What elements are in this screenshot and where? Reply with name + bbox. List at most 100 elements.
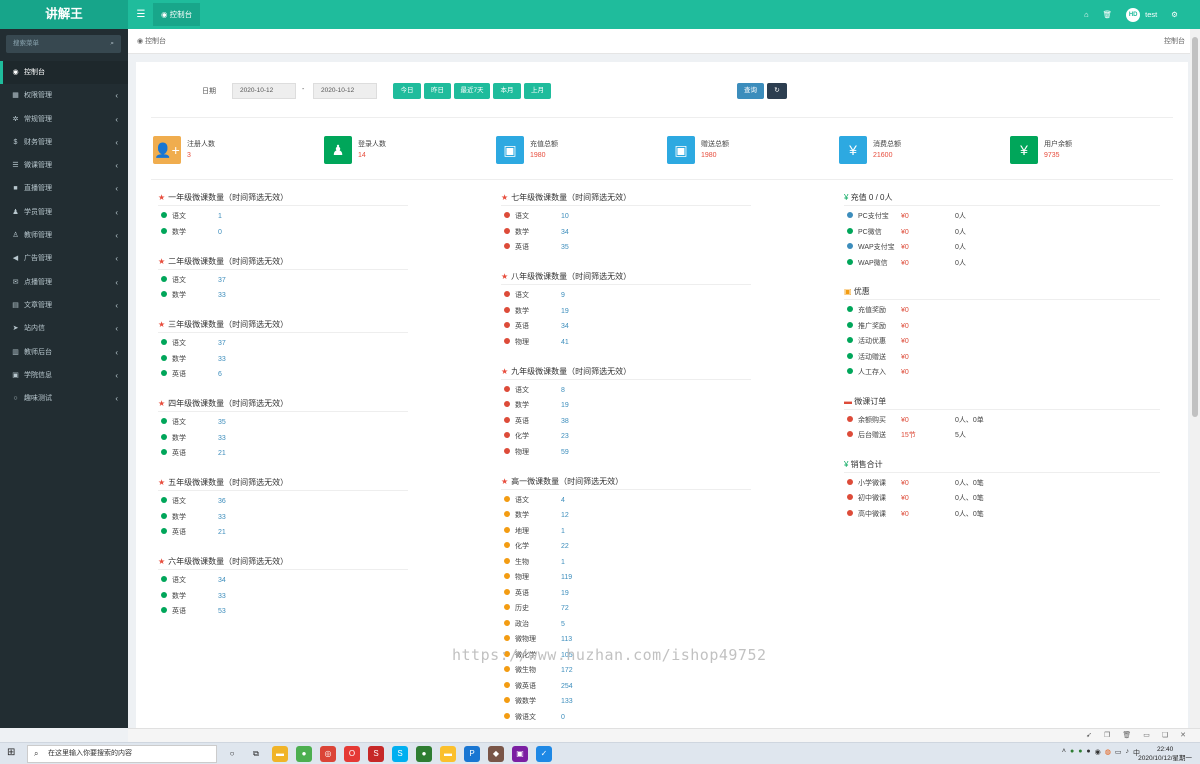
section-title-text: 一年级微课数量（时间筛选无效） — [168, 193, 289, 202]
search-icon[interactable]: ⌕ — [110, 35, 114, 53]
restore-icon[interactable]: ❏ — [1162, 731, 1168, 739]
stat-icon: ▣ — [667, 136, 695, 164]
app-logo[interactable]: 讲解王 — [0, 0, 128, 29]
subject-name: 语文 — [515, 213, 529, 220]
tab-dashboard[interactable]: ◉ 控制台 — [153, 3, 201, 26]
user-icon: ♙ — [12, 232, 19, 240]
chevron-left-icon: ‹ — [115, 91, 118, 101]
sidebar-item[interactable]: ♟ 学员管理 ‹ — [0, 201, 128, 224]
photo-app-icon[interactable]: ◆ — [488, 746, 504, 762]
shield-app-icon[interactable]: ✓ — [536, 746, 552, 762]
subject-count: 19 — [561, 589, 569, 597]
sidebar-item[interactable]: ➤ 站内信 ‹ — [0, 317, 128, 340]
rocket-icon[interactable]: ➹ — [1086, 731, 1092, 739]
sidebar-item[interactable]: ○ 趣味测试 ‹ — [0, 387, 128, 410]
finance-section: ▣ 优惠 充值奖励 ¥0 推广奖励 ¥0 活动优惠 ¥0 活动赠送 ¥0 人工存入 ¥0 — [844, 286, 1160, 381]
bullet-dot — [504, 557, 510, 564]
settings-icon[interactable]: ⚙ — [1171, 10, 1178, 19]
sidebar-item[interactable]: ◀ 广告管理 ‹ — [0, 247, 128, 270]
tray-app-icon[interactable]: ◍ — [1105, 748, 1111, 758]
sidebar-item[interactable]: ▦ 权限管理 ‹ — [0, 84, 128, 107]
sidebar-item-label: 趣味测试 — [24, 395, 52, 403]
tray-app-icon[interactable]: ● — [1078, 748, 1082, 758]
qq-icon[interactable]: ◉ — [1095, 748, 1101, 758]
windows-start-icon[interactable]: ⊞ — [7, 747, 15, 758]
search-icon: ⌕ — [34, 749, 39, 758]
wechat-icon[interactable]: ● — [416, 746, 432, 762]
stat-value: 1980 — [530, 152, 546, 159]
sidebar-item[interactable]: ✉ 点播管理 ‹ — [0, 271, 128, 294]
folder-icon[interactable]: ▬ — [440, 746, 456, 762]
tray-app-icon[interactable]: ● — [1070, 748, 1074, 758]
task-view-icon[interactable]: ⧉ — [248, 746, 264, 762]
home-icon[interactable]: ⌂ — [1084, 10, 1089, 19]
trash-icon[interactable]: 🗑 — [1122, 731, 1131, 739]
opera-icon[interactable]: O — [344, 746, 360, 762]
sidebar-item[interactable]: ▥ 教师后台 ‹ — [0, 341, 128, 364]
p-app-icon[interactable]: P — [464, 746, 480, 762]
sidebar-search-input[interactable]: 搜索菜单 ⌕ — [6, 35, 121, 53]
sidebar-item[interactable]: ▣ 学院信息 ‹ — [0, 364, 128, 387]
cortana-icon[interactable]: ○ — [224, 746, 240, 762]
system-clock[interactable]: 22:40 2020/10/12/星期一 — [1138, 745, 1192, 763]
bullet-dot — [161, 607, 167, 614]
query-button[interactable]: 查询 — [737, 83, 764, 99]
minimize-icon[interactable]: ▭ — [1143, 731, 1150, 739]
refresh-button[interactable]: ↻ — [767, 83, 787, 99]
sidebar-item[interactable]: ▤ 文章管理 ‹ — [0, 294, 128, 317]
volume-icon[interactable]: ♪ — [1126, 748, 1130, 758]
list-item: 英语 53 — [158, 604, 408, 620]
start-date-input[interactable]: 2020-10-12 — [232, 83, 296, 99]
this-month-button[interactable]: 本月 — [493, 83, 521, 99]
list-item: 语文 37 — [158, 273, 408, 289]
sidebar-item[interactable]: ✲ 常规管理 ‹ — [0, 108, 128, 131]
copy-icon[interactable]: ❐ — [1104, 731, 1110, 739]
menu-toggle-icon[interactable]: ☰ — [130, 0, 152, 29]
last-month-button[interactable]: 上月 — [524, 83, 551, 99]
list-item: 地理 1 — [501, 524, 751, 540]
end-date-input[interactable]: 2020-10-12 — [313, 83, 377, 99]
stat-value: 14 — [358, 152, 366, 159]
sublime-icon[interactable]: S — [368, 746, 384, 762]
subject-name: 语文 — [172, 340, 186, 347]
sidebar-item[interactable]: ◉ 控制台 — [0, 61, 128, 85]
bullet-dot — [161, 212, 167, 219]
bullet-dot — [847, 494, 853, 501]
dashboard-panel: 日期 2020-10-12 - 2020-10-12 今日 昨日 最近7天 本月… — [136, 62, 1188, 728]
scrollbar[interactable] — [1190, 29, 1200, 728]
stat-title: 注册人数 — [187, 141, 215, 148]
trash-icon[interactable]: 🗑 — [1103, 10, 1113, 19]
subject-name: 物理 — [515, 574, 529, 581]
taskbar-search-input[interactable]: ⌕ 在这里输入你要搜索的内容 — [27, 745, 217, 763]
browser-icon[interactable]: ● — [296, 746, 312, 762]
list-item: 数学 0 — [158, 225, 408, 241]
list-item: 英语 6 — [158, 367, 408, 383]
network-icon[interactable]: ▭ — [1115, 748, 1122, 758]
chevron-left-icon: ‹ — [115, 114, 118, 124]
sidebar-item[interactable]: ☰ 微课管理 ‹ — [0, 154, 128, 177]
subject-count: 35 — [561, 244, 569, 251]
tray-app-icon[interactable]: ● — [1086, 748, 1090, 758]
chrome-icon[interactable]: ◎ — [320, 746, 336, 762]
close-icon[interactable]: ✕ — [1180, 731, 1186, 739]
bullet-dot — [161, 418, 167, 425]
skype-icon[interactable]: S — [392, 746, 408, 762]
today-button[interactable]: 今日 — [393, 83, 421, 99]
sidebar-item[interactable]: $ 财务管理 ‹ — [0, 131, 128, 154]
section-title: ★ 八年级微课数量（时间筛选无效） — [501, 271, 751, 285]
bullet-dot — [504, 447, 510, 454]
sidebar-item[interactable]: ♙ 教师管理 ‹ — [0, 224, 128, 247]
phpstorm-icon[interactable]: ▣ — [512, 746, 528, 762]
subject-count: 4 — [561, 496, 565, 504]
item-amount: ¥0 — [901, 369, 909, 376]
sidebar-item[interactable]: ■ 直播管理 ‹ — [0, 177, 128, 200]
yesterday-button[interactable]: 昨日 — [424, 83, 451, 99]
tray-up-icon[interactable]: ˄ — [1062, 748, 1066, 758]
scrollbar-thumb[interactable] — [1192, 37, 1198, 417]
bullet-dot — [161, 512, 167, 519]
subject-name: 语文 — [515, 386, 529, 394]
file-explorer-icon[interactable]: ▬ — [272, 746, 288, 762]
last7days-button[interactable]: 最近7天 — [454, 83, 490, 99]
bullet-dot — [504, 212, 510, 219]
user-menu[interactable]: HD test — [1126, 7, 1157, 22]
